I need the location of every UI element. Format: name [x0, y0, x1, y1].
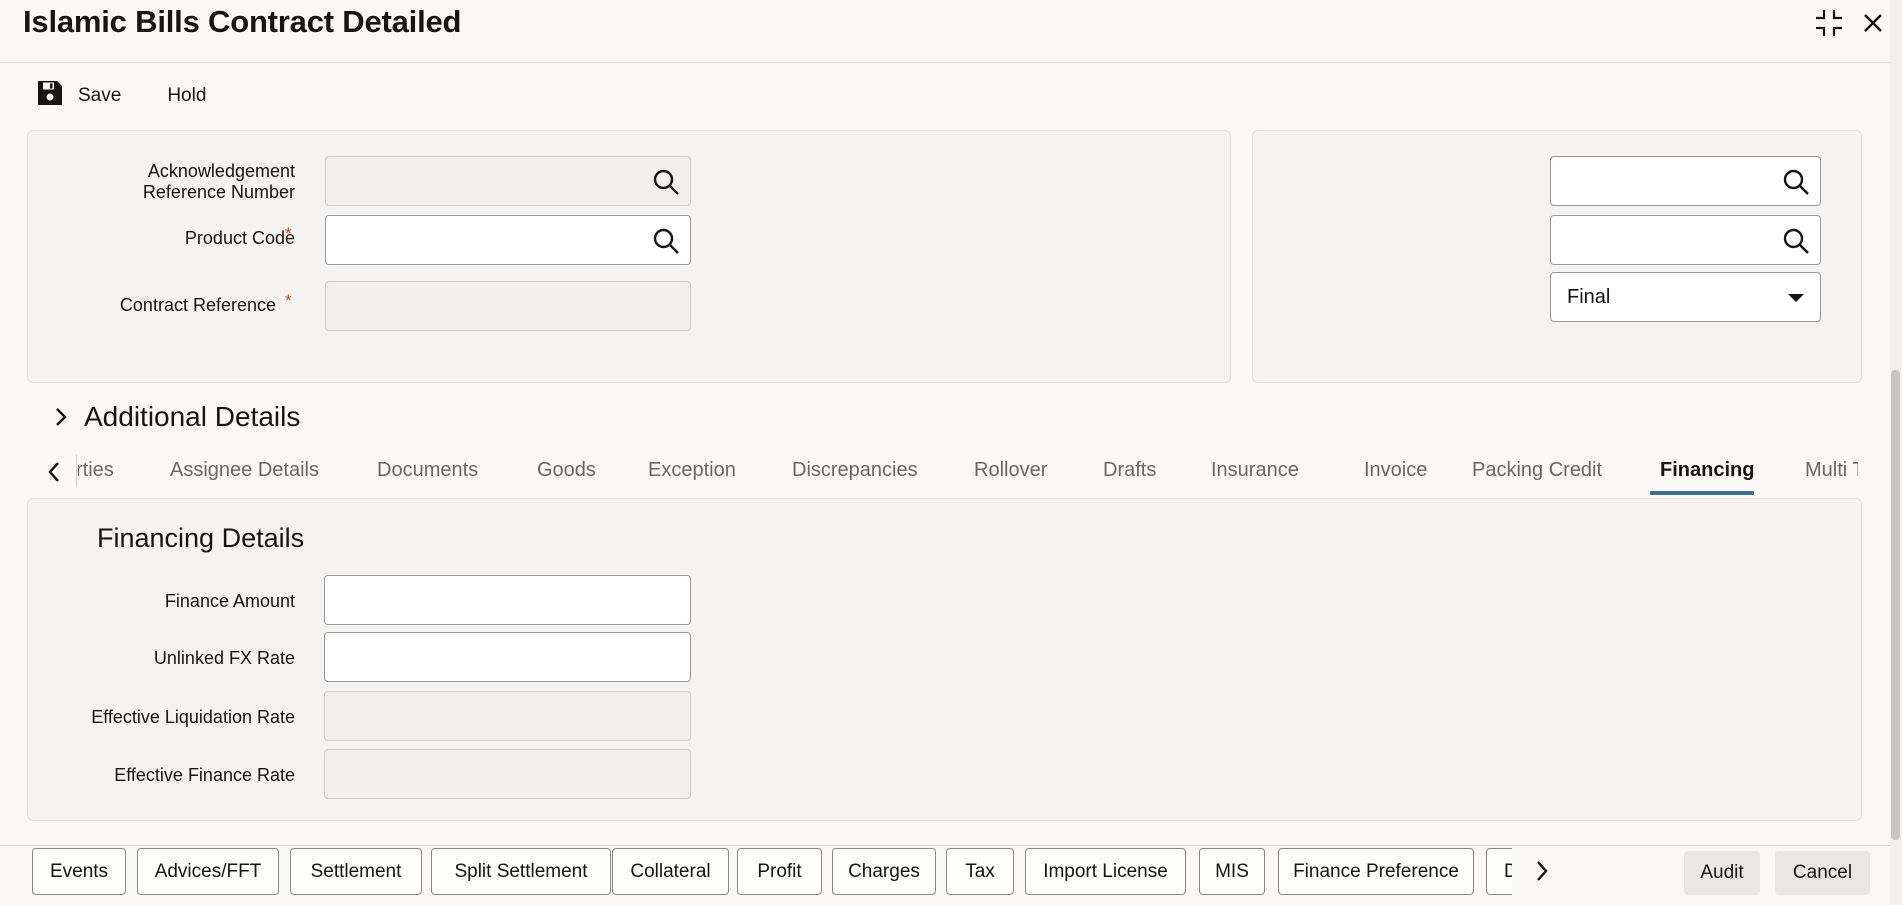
operation-input[interactable] — [1551, 216, 1820, 264]
effective-liquidation-rate-field — [324, 691, 691, 741]
floppy-disk-icon — [36, 79, 64, 113]
cancel-button[interactable]: Cancel — [1775, 851, 1870, 895]
events-button[interactable]: Events — [32, 848, 126, 895]
finance-amount-field[interactable] — [324, 575, 691, 625]
stage-select[interactable]: Final — [1550, 272, 1821, 322]
window-title: Islamic Bills Contract Detailed — [23, 4, 462, 39]
advices-fft-button[interactable]: Advices/FFT — [137, 848, 279, 895]
effective-finance-rate-input — [325, 750, 690, 798]
audit-button[interactable]: Audit — [1684, 851, 1760, 895]
mis-button[interactable]: MIS — [1199, 848, 1265, 895]
search-icon[interactable] — [1782, 168, 1810, 196]
tab-goods[interactable]: Goods — [537, 459, 596, 482]
unlinked-fx-rate-input[interactable] — [325, 633, 690, 681]
financing-section-title: Financing Details — [97, 523, 305, 553]
tab-assignee-details[interactable]: Assignee Details — [170, 459, 319, 482]
search-icon[interactable] — [652, 227, 680, 255]
tab-drafts[interactable]: Drafts — [1103, 459, 1156, 482]
toolbar: Save Hold — [36, 78, 206, 114]
ack-ref-input[interactable] — [326, 157, 690, 205]
finance-preference-button[interactable]: Finance Preference — [1278, 848, 1474, 895]
chevron-left-icon[interactable] — [42, 459, 68, 485]
tab-financing[interactable]: Financing — [1660, 459, 1754, 482]
settlement-button[interactable]: Settlement — [290, 848, 422, 895]
effective-liquidation-rate-label: Effective Liquidation Rate — [91, 707, 295, 727]
chevron-right-icon — [56, 408, 67, 426]
unlinked-fx-rate-field[interactable] — [324, 632, 691, 682]
search-icon[interactable] — [652, 168, 680, 196]
contract-ref-field — [325, 281, 691, 331]
vertical-scrollbar-thumb[interactable] — [1891, 370, 1900, 840]
unlinked-fx-rate-label: Unlinked FX Rate — [153, 648, 295, 668]
product-code-label: Product Code — [184, 228, 295, 248]
tab-discrepancies[interactable]: Discrepancies — [792, 459, 918, 482]
import-license-button[interactable]: Import License — [1025, 848, 1186, 895]
overflow-button[interactable]: D — [1486, 848, 1512, 895]
active-tab-indicator — [1650, 491, 1754, 495]
tab-insurance[interactable]: Insurance — [1211, 459, 1299, 482]
split-settlement-button[interactable]: Split Settlement — [431, 848, 611, 895]
product-code-field[interactable] — [325, 215, 691, 265]
operation-field[interactable] — [1550, 215, 1821, 265]
additional-details-label: Additional Details — [84, 401, 301, 432]
subsystem-buttons: Events Advices/FFT Settlement Split Sett… — [32, 848, 1512, 898]
fund-panel: Fund Id Operation Stage Final — [1252, 130, 1862, 383]
collateral-button[interactable]: Collateral — [612, 848, 729, 895]
header-divider — [0, 62, 1890, 63]
tab-divider — [76, 455, 77, 487]
close-icon[interactable] — [1856, 6, 1890, 40]
tab-exception[interactable]: Exception — [648, 459, 736, 482]
compress-icon[interactable] — [1812, 6, 1846, 40]
contract-window: Islamic Bills Contract Detailed Save Hol… — [0, 0, 1902, 905]
fund-id-field[interactable] — [1550, 156, 1821, 206]
tax-button[interactable]: Tax — [946, 848, 1014, 895]
effective-finance-rate-field — [324, 749, 691, 799]
contract-header-panel: Acknowledgement Reference Number Product… — [27, 130, 1231, 383]
tab-list: rties Assignee Details Documents Goods E… — [78, 447, 1858, 499]
tab-strip: rties Assignee Details Documents Goods E… — [0, 447, 1890, 499]
profit-button[interactable]: Profit — [737, 848, 822, 895]
chevron-right-icon[interactable] — [1530, 858, 1554, 884]
required-marker: * — [285, 291, 292, 310]
contract-ref-label: Contract Reference — [119, 295, 276, 315]
save-label: Save — [78, 85, 122, 106]
ack-ref-field[interactable] — [325, 156, 691, 206]
tab-invoice[interactable]: Invoice — [1364, 459, 1427, 482]
title-bar: Islamic Bills Contract Detailed — [0, 0, 1902, 62]
fund-id-input[interactable] — [1551, 157, 1820, 205]
tab-documents[interactable]: Documents — [377, 459, 478, 482]
ack-ref-label: Acknowledgement Reference Number — [142, 161, 295, 202]
hold-button[interactable]: Hold — [167, 85, 206, 107]
effective-finance-rate-label: Effective Finance Rate — [114, 765, 295, 785]
finance-amount-label: Finance Amount — [164, 591, 295, 611]
required-marker: * — [285, 224, 292, 243]
tab-parties[interactable]: rties — [78, 459, 114, 482]
product-code-input[interactable] — [326, 216, 690, 264]
tab-rollover[interactable]: Rollover — [974, 459, 1047, 482]
effective-liquidation-rate-input — [325, 692, 690, 740]
tab-multi[interactable]: Multi T — [1805, 459, 1858, 482]
finance-amount-input[interactable] — [325, 576, 690, 624]
charges-button[interactable]: Charges — [832, 848, 936, 895]
contract-ref-input — [326, 282, 690, 330]
hold-label: Hold — [167, 85, 207, 106]
search-icon[interactable] — [1782, 227, 1810, 255]
stage-value: Final — [1567, 286, 1611, 308]
save-button[interactable]: Save — [36, 79, 121, 113]
tab-packing-credit[interactable]: Packing Credit — [1472, 459, 1602, 482]
caret-down-icon[interactable] — [1788, 294, 1804, 302]
additional-details-toggle[interactable]: Additional Details — [54, 401, 300, 433]
